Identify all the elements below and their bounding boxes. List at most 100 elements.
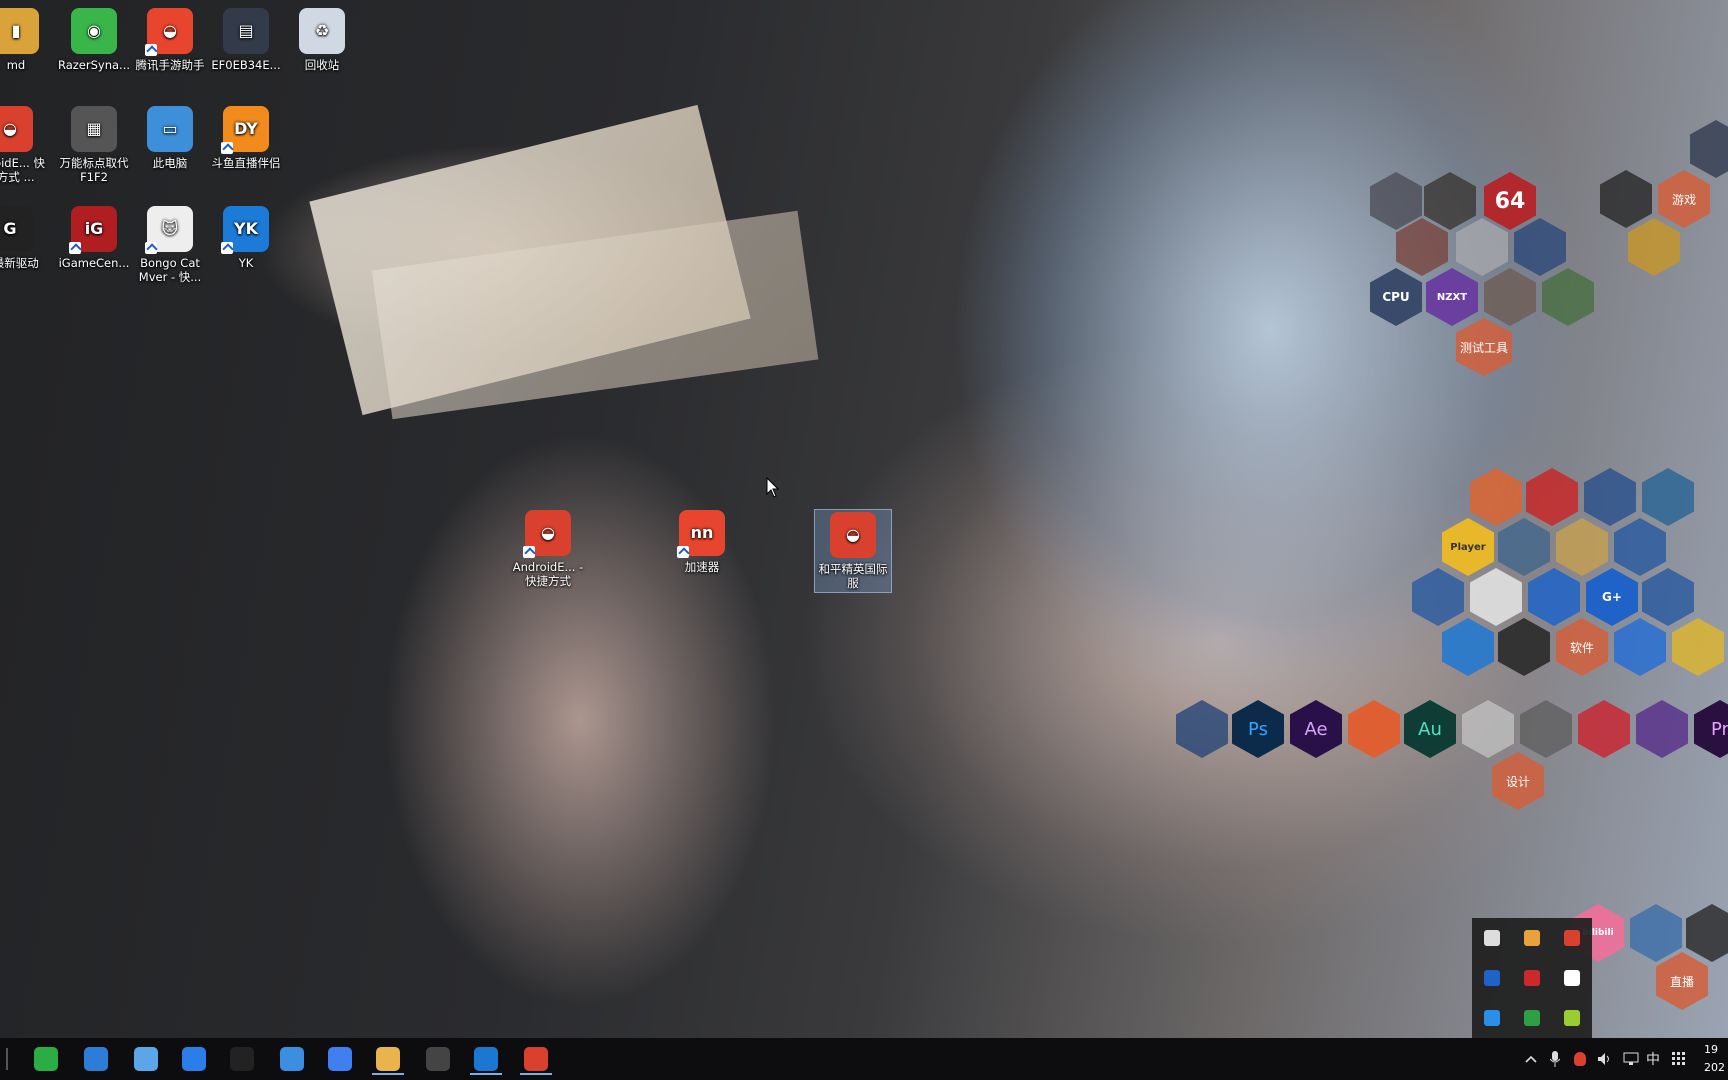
hex-group-design-label: 设计 xyxy=(1505,774,1530,789)
desktop-icon-label: 万能标点取代 F1F2 xyxy=(59,156,129,184)
shortcut-arrow-icon xyxy=(523,546,535,558)
running-indicator xyxy=(372,1073,404,1075)
network-icon[interactable] xyxy=(1622,1048,1640,1070)
clock-time: 19 xyxy=(1704,1043,1718,1056)
hex-group-software-label: 软件 xyxy=(1569,640,1594,655)
tray-app-icon xyxy=(1564,930,1580,946)
desktop-icon-bongo-cat[interactable]: 🐱 Bongo Cat Mver - 快... xyxy=(132,206,208,284)
md-icon: ▮ xyxy=(0,8,39,54)
hex-nzxt-label: NZXT xyxy=(1436,291,1468,303)
tray-app-icon xyxy=(1524,930,1540,946)
hex-group-live-label: 直播 xyxy=(1669,974,1694,989)
logitech-icon: G xyxy=(0,206,33,252)
desktop-icon-hpjy[interactable]: ◒ 和平精英国际服 xyxy=(814,509,892,593)
hex-gplus-label: G+ xyxy=(1602,590,1622,604)
tray-popup-item-6[interactable] xyxy=(1552,958,1592,998)
tray-popup-item-4[interactable] xyxy=(1472,958,1512,998)
android-emu-top-icon: ◒ xyxy=(0,106,33,152)
tray-app-icon xyxy=(1564,1010,1580,1026)
tray-popup-item-7[interactable] xyxy=(1472,998,1512,1038)
tray-popup-item-2[interactable] xyxy=(1512,918,1552,958)
desktop-icon-accelerator[interactable]: nn 加速器 xyxy=(664,510,740,574)
desktop-icon-razer[interactable]: ◉ RazerSyna... xyxy=(56,8,132,72)
clock-date: 202 xyxy=(1704,1061,1725,1074)
qq-icon xyxy=(230,1047,254,1071)
tray-popup-item-3[interactable] xyxy=(1552,918,1592,958)
app-3-icon xyxy=(134,1047,158,1071)
desktop-icon-tencent-assistant[interactable]: ◒ 腾讯手游助手 xyxy=(132,8,208,72)
tray-popup-item-9[interactable] xyxy=(1552,998,1592,1038)
obs-icon xyxy=(426,1047,450,1071)
chevron-up-icon[interactable] xyxy=(1524,1048,1538,1070)
taskbar-sogou[interactable] xyxy=(174,1043,214,1075)
file-explorer-icon xyxy=(376,1047,400,1071)
android-emu-mid-icon: ◒ xyxy=(523,510,571,558)
wechat-icon xyxy=(34,1047,58,1071)
taskbar-divider xyxy=(6,1048,8,1070)
desktop-icon-this-pc[interactable]: ▭ 此电脑 xyxy=(132,106,208,170)
desktop-icon-label: 加速器 xyxy=(684,560,720,574)
desktop-icon-recycle-bin[interactable]: ♻ 回收站 xyxy=(284,8,360,72)
shortcut-arrow-icon xyxy=(221,142,233,154)
tray-app-icon xyxy=(1484,930,1500,946)
desktop-icon-android-emu-mid[interactable]: ◒ AndroidE... - 快捷方式 xyxy=(510,510,586,588)
desktop-icon-igamecenter[interactable]: iG iGameCen... xyxy=(56,206,132,270)
desktop-icon-android-emu-top[interactable]: ◒ ndroidE... 快捷方式 ... xyxy=(0,106,48,184)
igamecenter-icon: iG xyxy=(69,206,117,254)
ime-indicator[interactable]: 中 xyxy=(1644,1048,1662,1070)
taskbar-clock[interactable]: 19 202 xyxy=(1704,1041,1725,1077)
desktop-icon-logitech[interactable]: G 技最新驱动 xyxy=(0,206,48,270)
running-indicator xyxy=(470,1073,502,1075)
feishu-icon xyxy=(328,1047,352,1071)
volume-icon[interactable] xyxy=(1596,1048,1614,1070)
taskbar-feishu[interactable] xyxy=(320,1043,360,1075)
taskbar-ykid[interactable] xyxy=(466,1043,506,1075)
desktop-icon-douyu[interactable]: DY 斗鱼直播伴侣 xyxy=(208,106,284,170)
razer-icon: ◉ xyxy=(71,8,117,54)
desktop-icon-label: RazerSyna... xyxy=(57,58,131,72)
tray-popup-item-8[interactable] xyxy=(1512,998,1552,1038)
running-indicator xyxy=(520,1073,552,1075)
desktop-icon-label: EF0EB34E... xyxy=(211,58,281,72)
hpjy-icon: ◒ xyxy=(830,512,876,558)
mouse-cursor xyxy=(766,477,780,498)
taskbar-qq[interactable] xyxy=(222,1043,262,1075)
desktop-icon-ef0eb34e[interactable]: ▤ EF0EB34E... xyxy=(208,8,284,72)
penguin-icon[interactable] xyxy=(1572,1048,1588,1070)
tray-app-icon xyxy=(1484,970,1500,986)
desktop-icon-md[interactable]: ▮ md xyxy=(0,8,54,72)
keyboard-grid-icon[interactable] xyxy=(1670,1048,1688,1070)
tray-popup-item-5[interactable] xyxy=(1512,958,1552,998)
hex-premiere-label: Pr xyxy=(1711,718,1728,740)
taskbar-app-3[interactable] xyxy=(126,1043,166,1075)
taskbar-hpjy-task[interactable] xyxy=(516,1043,556,1075)
taskbar-obs[interactable] xyxy=(418,1043,458,1075)
taskbar-app-2[interactable] xyxy=(76,1043,116,1075)
desktop-icon-label: iGameCen... xyxy=(58,256,130,270)
tray-app-icon xyxy=(1524,1010,1540,1026)
ykid-icon xyxy=(474,1047,498,1071)
taskbar-file-explorer[interactable] xyxy=(368,1043,408,1075)
sogou-icon xyxy=(182,1047,206,1071)
hex-player-label: Player xyxy=(1450,541,1486,553)
douyu-icon: DY xyxy=(221,106,269,154)
taskbar xyxy=(0,1038,1728,1080)
microphone-icon[interactable] xyxy=(1548,1048,1562,1070)
hex-group-test-label: 测试工具 xyxy=(1459,340,1508,355)
tray-popup-item-1[interactable] xyxy=(1472,918,1512,958)
app-6-icon xyxy=(280,1047,304,1071)
desktop-icon-label: ndroidE... 快捷方式 ... xyxy=(0,156,45,184)
this-pc-icon: ▭ xyxy=(147,106,193,152)
tray-app-icon xyxy=(1524,970,1540,986)
taskbar-wechat[interactable] xyxy=(26,1043,66,1075)
shortcut-arrow-icon xyxy=(69,242,81,254)
ef0eb34e-icon: ▤ xyxy=(223,8,269,54)
desktop-icon-yk[interactable]: YK YK xyxy=(208,206,284,270)
tray-app-icon xyxy=(1564,970,1580,986)
shortcut-arrow-icon xyxy=(677,546,689,558)
hex-cpu-label: CPU xyxy=(1382,290,1410,304)
desktop-icon-label: 斗鱼直播伴侣 xyxy=(211,156,281,170)
desktop-icon-label: 回收站 xyxy=(304,58,340,72)
desktop-icon-wanneng[interactable]: ▦ 万能标点取代 F1F2 xyxy=(56,106,132,184)
taskbar-app-6[interactable] xyxy=(272,1043,312,1075)
